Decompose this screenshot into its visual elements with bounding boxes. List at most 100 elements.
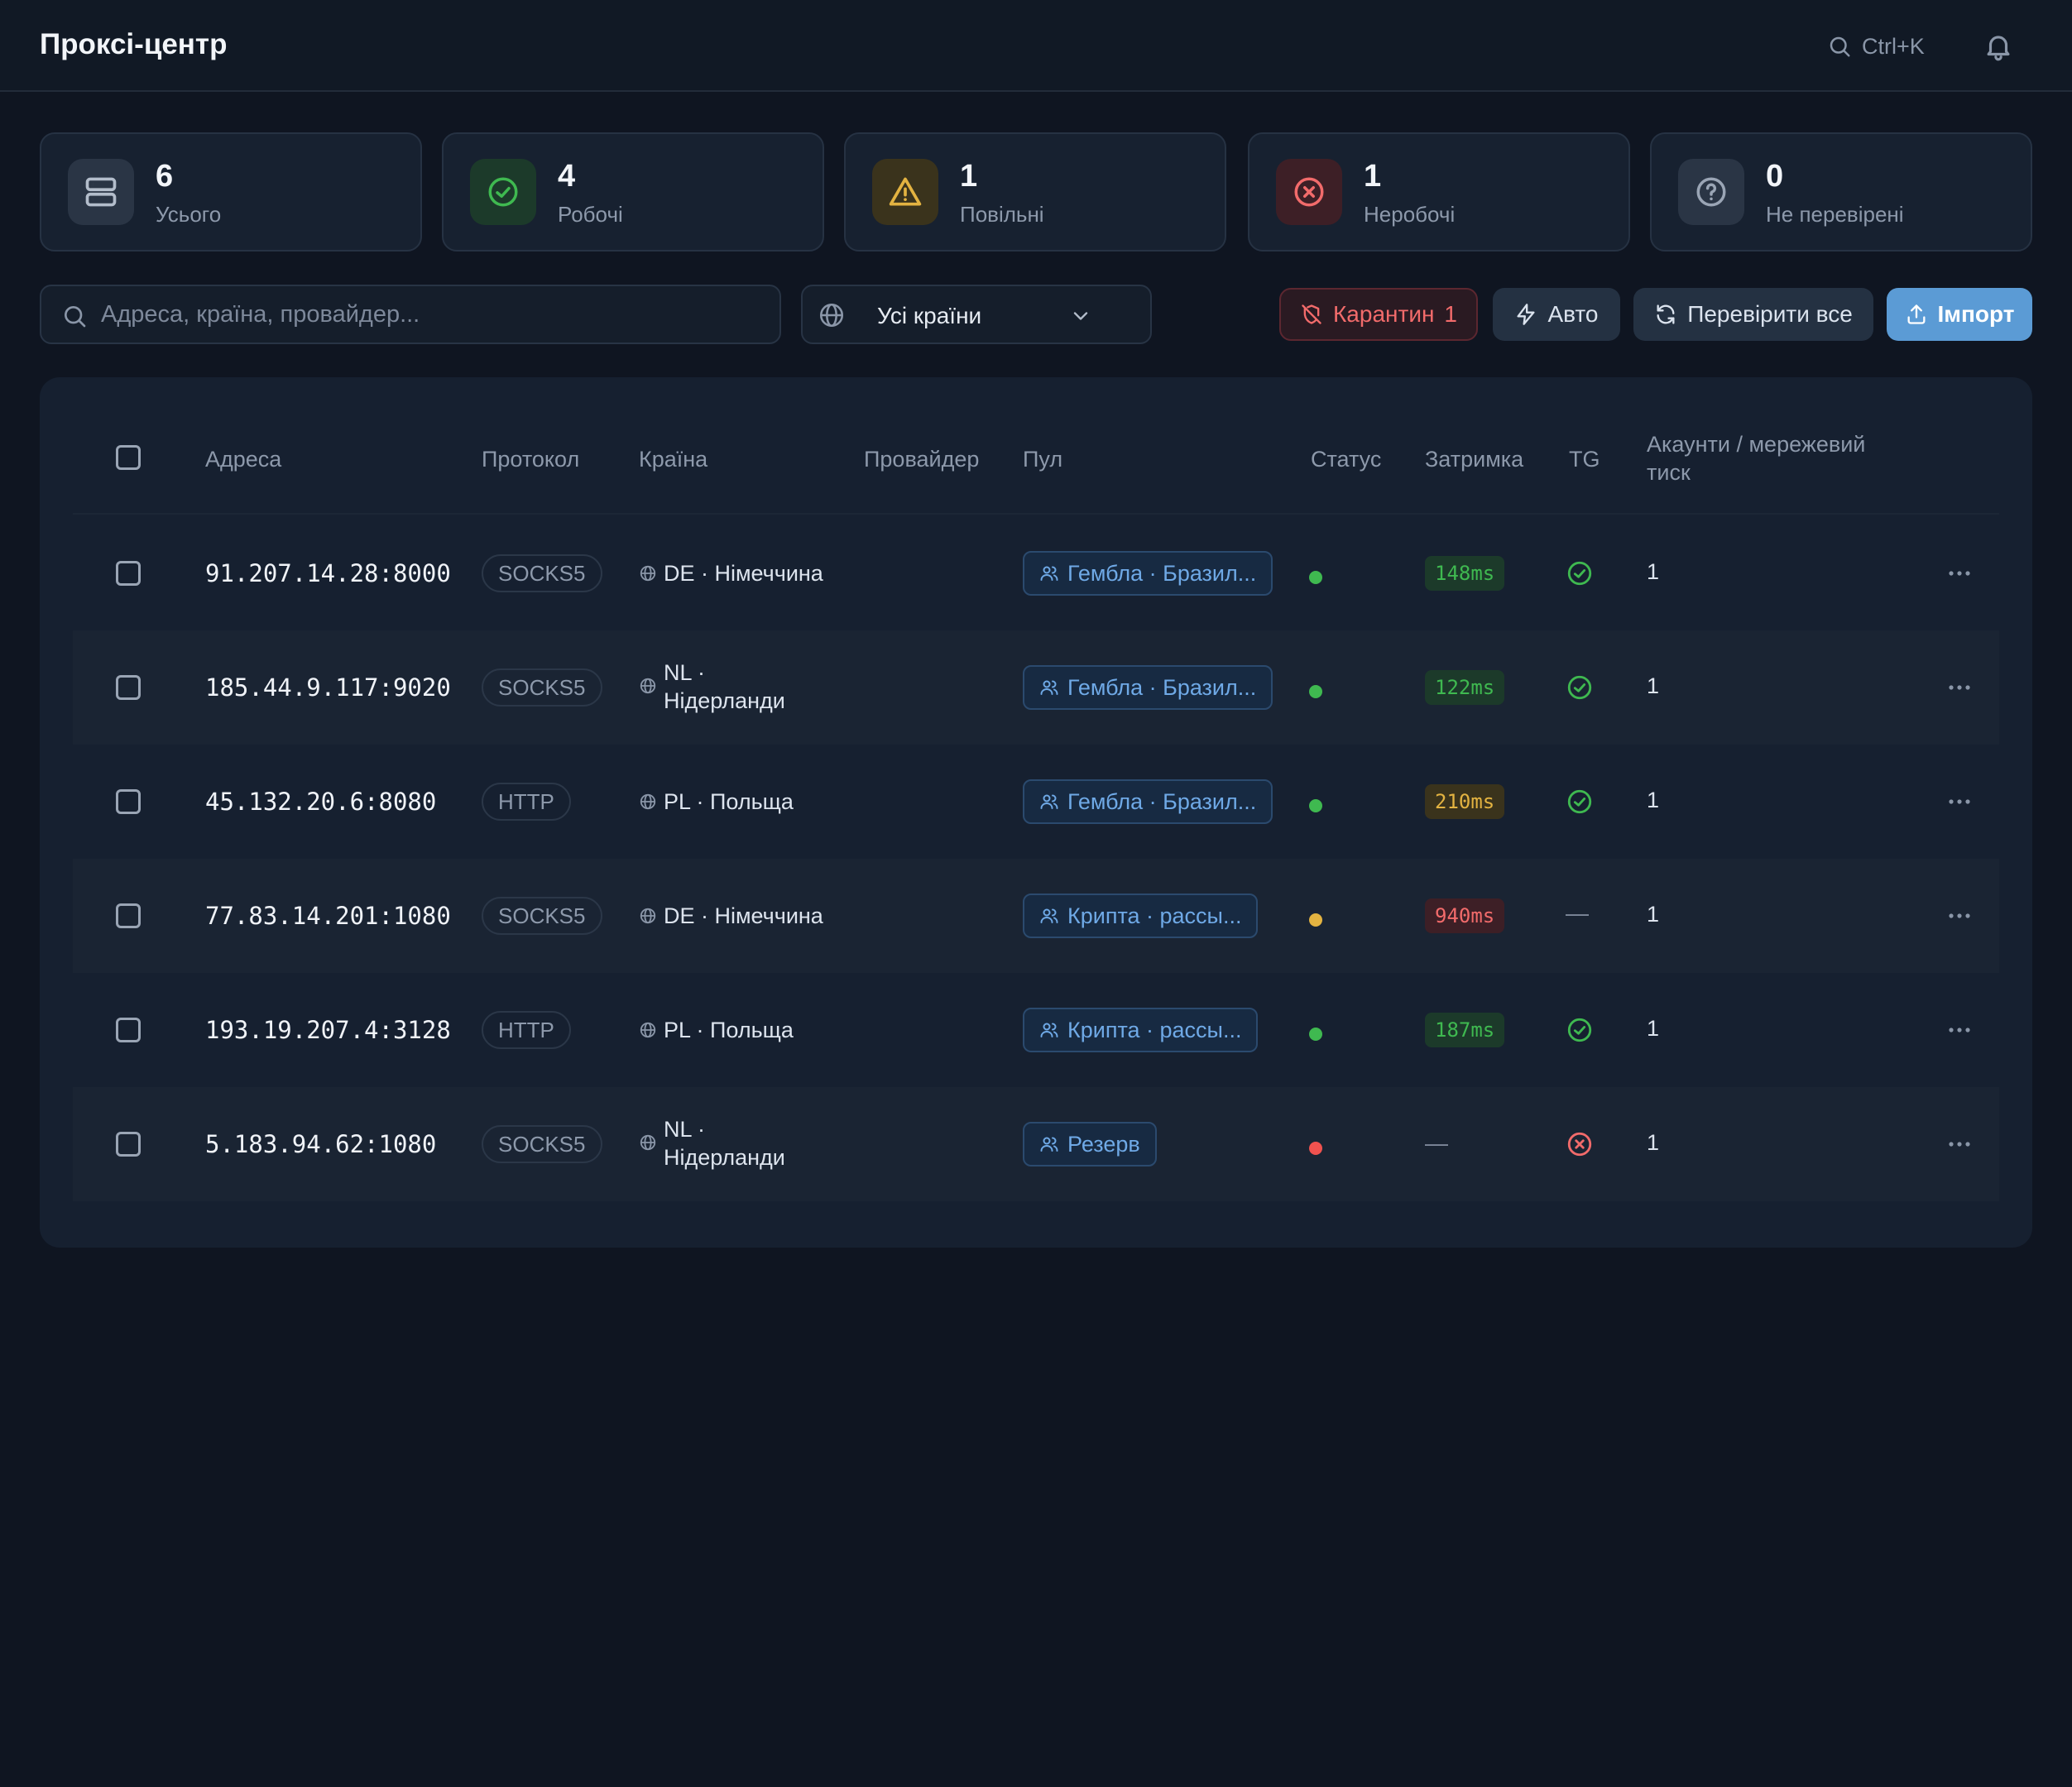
globe-icon [640, 908, 656, 924]
chevron-down-icon [1073, 312, 1088, 320]
table-row[interactable]: 185.44.9.117:9020 SOCKS5 NL · Нідерланди … [73, 630, 1999, 745]
upload-icon [1907, 304, 1926, 324]
search-input[interactable] [101, 286, 763, 343]
check-circle-icon [1567, 675, 1592, 700]
latency-badge: 940ms [1425, 898, 1505, 933]
stat-value: 6 [156, 159, 174, 194]
globe-icon [640, 1134, 656, 1151]
auto-label: Авто [1547, 301, 1599, 327]
quarantine-button[interactable]: Карантин 1 [1279, 288, 1478, 341]
globe-icon [819, 303, 844, 328]
globe-icon [640, 565, 656, 582]
users-icon [1040, 908, 1058, 923]
bell-icon[interactable] [1983, 30, 2014, 63]
column-address[interactable]: Адреса [205, 445, 281, 473]
row-checkbox[interactable] [116, 561, 141, 586]
country-filter-select[interactable]: Усі країни [801, 285, 1152, 344]
country-name-line2: Нідерланди [664, 1145, 785, 1170]
country-filter-value: Усі країни [877, 303, 982, 328]
top-bar: Проксі-центр Ctrl+K [0, 0, 2072, 92]
stat-card-working[interactable]: 4 Робочі [442, 132, 824, 252]
more-horizontal-icon[interactable] [1948, 682, 1971, 693]
more-horizontal-icon[interactable] [1948, 910, 1971, 922]
table-header: Адреса Протокол Країна Провайдер Пул Ста… [73, 402, 1999, 515]
stat-value: 1 [960, 159, 978, 194]
stat-value: 4 [558, 159, 576, 194]
table-row[interactable]: 45.132.20.6:8080 HTTP PL · Польща Гембла… [73, 745, 1999, 859]
country-name: PL · Польща [664, 789, 794, 814]
refresh-icon [1657, 304, 1675, 324]
column-accounts-line2: тиск [1647, 460, 1691, 485]
stat-card-total[interactable]: 6 Усього [40, 132, 422, 252]
proxy-address: 193.19.207.4:3128 [205, 1016, 451, 1044]
check-circle-icon [470, 159, 536, 225]
status-dot-slow [1309, 913, 1322, 927]
column-tg[interactable]: TG [1569, 445, 1600, 473]
more-horizontal-icon[interactable] [1948, 1024, 1971, 1036]
column-protocol[interactable]: Протокол [482, 445, 579, 473]
stat-card-dead[interactable]: 1 Неробочі [1248, 132, 1630, 252]
pool-badge[interactable]: Крипта · рассы... [1023, 894, 1259, 938]
check-all-label: Перевірити все [1687, 301, 1853, 327]
warning-icon [872, 159, 938, 225]
table-row[interactable]: 91.207.14.28:8000 SOCKS5 DE · Німеччина … [73, 516, 1999, 630]
row-checkbox[interactable] [116, 903, 141, 928]
table-row[interactable]: 193.19.207.4:3128 HTTP PL · Польща Крипт… [73, 973, 1999, 1087]
users-icon [1040, 794, 1058, 809]
proxy-address: 185.44.9.117:9020 [205, 673, 451, 702]
more-horizontal-icon[interactable] [1948, 1138, 1971, 1150]
pool-badge[interactable]: Крипта · рассы... [1023, 1008, 1259, 1052]
row-checkbox[interactable] [116, 1018, 141, 1042]
column-pool[interactable]: Пул [1023, 445, 1062, 473]
pool-badge[interactable]: Резерв [1023, 1122, 1157, 1167]
proxy-address: 45.132.20.6:8080 [205, 788, 437, 816]
country-name-line1: NL · [664, 1117, 706, 1142]
latency-badge: 122ms [1425, 670, 1505, 705]
protocol-badge: SOCKS5 [482, 554, 602, 592]
row-checkbox[interactable] [116, 789, 141, 814]
check-all-button[interactable]: Перевірити все [1633, 288, 1873, 341]
more-horizontal-icon[interactable] [1948, 796, 1971, 807]
pool-badge[interactable]: Гембла · Бразил... [1023, 551, 1273, 596]
proxy-address: 91.207.14.28:8000 [205, 559, 451, 587]
row-checkbox[interactable] [116, 675, 141, 700]
accounts-count: 1 [1647, 1130, 1660, 1155]
pool-badge[interactable]: Гембла · Бразил... [1023, 779, 1273, 824]
latency-badge: 187ms [1425, 1013, 1505, 1047]
search-box[interactable] [40, 285, 781, 344]
accounts-count: 1 [1647, 788, 1660, 812]
x-circle-icon [1567, 1132, 1592, 1157]
protocol-badge: SOCKS5 [482, 1125, 602, 1163]
more-horizontal-icon[interactable] [1948, 568, 1971, 579]
latency-none: — [1425, 1130, 1448, 1156]
protocol-badge: SOCKS5 [482, 897, 602, 935]
search-shortcut-label: Ctrl+K [1862, 33, 1925, 59]
column-latency[interactable]: Затримка [1425, 445, 1523, 473]
row-checkbox[interactable] [116, 1132, 141, 1157]
pool-badge[interactable]: Гембла · Бразил... [1023, 665, 1273, 710]
import-button[interactable]: Імпорт [1887, 288, 2032, 341]
check-circle-icon [1567, 561, 1592, 586]
country-name-line2: Нідерланди [664, 688, 785, 713]
stat-card-unchecked[interactable]: 0 Не перевірені [1650, 132, 2032, 252]
protocol-badge: SOCKS5 [482, 668, 602, 707]
pool-name: Гембла · Бразил... [1067, 674, 1257, 700]
column-status[interactable]: Статус [1311, 445, 1381, 473]
column-country[interactable]: Країна [639, 445, 707, 473]
table-row[interactable]: 77.83.14.201:1080 SOCKS5 DE · Німеччина … [73, 859, 1999, 973]
stat-label: Робочі [558, 202, 623, 227]
stat-label: Не перевірені [1766, 202, 1904, 227]
globe-icon [640, 1022, 656, 1038]
shield-off-icon [1302, 304, 1321, 324]
global-search-button[interactable]: Ctrl+K [1827, 30, 1925, 63]
column-provider[interactable]: Провайдер [864, 445, 979, 473]
table-row[interactable]: 5.183.94.62:1080 SOCKS5 NL · Нідерланди Р… [73, 1087, 1999, 1201]
auto-button[interactable]: Авто [1493, 288, 1620, 341]
status-dot-ok [1309, 1028, 1322, 1041]
select-all-checkbox[interactable] [116, 445, 141, 470]
stat-card-slow[interactable]: 1 Повільні [844, 132, 1226, 252]
accounts-count: 1 [1647, 673, 1660, 698]
stat-value: 1 [1364, 159, 1382, 194]
column-accounts-line1: Акаунти / мережевий [1647, 432, 1866, 457]
column-accounts[interactable]: Акаунти / мережевий тиск [1647, 430, 1865, 486]
